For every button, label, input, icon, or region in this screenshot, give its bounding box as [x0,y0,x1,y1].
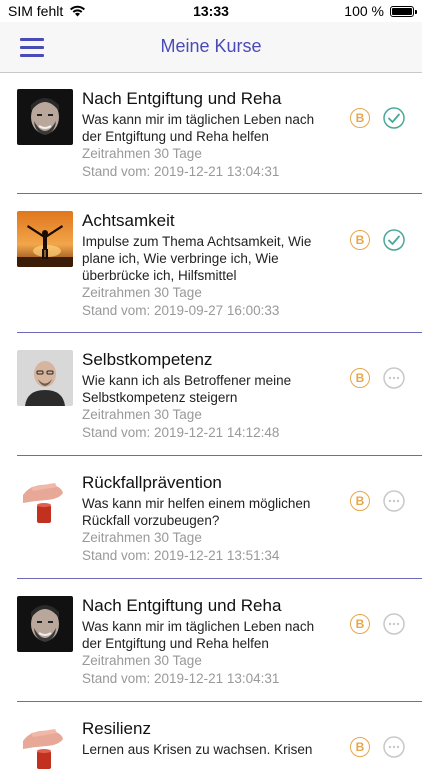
course-title: Nach Entgiftung und Reha [82,596,282,615]
b-badge-icon[interactable]: B [350,737,370,757]
course-image [17,211,73,267]
course-list: Nach Entgiftung und Reha Was kann mir im … [0,73,422,775]
checkmark-circle-icon[interactable] [383,107,405,129]
course-description: Was kann mir helfen einem möglichen Rück… [82,496,311,528]
status-bar: SIM fehlt 13:33 100 % [0,0,422,22]
status-right: 100 % [344,3,417,19]
course-row[interactable]: Selbstkompetenz Wie kann ich als Betroffe… [17,333,422,456]
course-image [17,473,73,529]
course-date: Stand vom: 2019-12-21 13:04:31 [82,671,280,686]
more-options-icon[interactable] [383,613,405,635]
course-date: Stand vom: 2019-12-21 13:51:34 [82,548,280,563]
battery-icon [390,5,417,17]
course-duration: Zeitrahmen 30 Tage [82,146,202,161]
course-row[interactable]: Nach Entgiftung und Reha Was kann mir im … [17,73,422,194]
course-description: Was kann mir im täglichen Leben nach der… [82,112,315,144]
course-date: Stand vom: 2019-12-21 14:12:48 [82,425,280,440]
b-badge-icon[interactable]: B [350,108,370,128]
course-texts: Nach Entgiftung und Reha Was kann mir im … [82,596,332,688]
page-title: Meine Kurse [160,36,262,56]
b-badge-icon[interactable]: B [350,368,370,388]
course-row[interactable]: Resilienz Lernen aus Krisen zu wachsen. … [17,702,422,775]
course-row[interactable]: Achtsamkeit Impulse zum Thema Achtsamkeit… [17,194,422,333]
course-description: Was kann mir im täglichen Leben nach der… [82,619,315,651]
course-texts: Nach Entgiftung und Reha Was kann mir im … [82,89,332,181]
course-texts: Selbstkompetenz Wie kann ich als Betroffe… [82,350,332,442]
more-options-icon[interactable] [383,367,405,389]
course-title: Selbstkompetenz [82,350,213,369]
course-duration: Zeitrahmen 30 Tage [82,530,202,545]
course-title: Rückfallprävention [82,473,222,492]
course-texts: Achtsamkeit Impulse zum Thema Achtsamkeit… [82,211,332,320]
b-badge-icon[interactable]: B [350,614,370,634]
more-options-icon[interactable] [383,736,405,758]
course-duration: Zeitrahmen 30 Tage [82,653,202,668]
b-badge-icon[interactable]: B [350,491,370,511]
course-title: Resilienz [82,719,151,738]
course-date: Stand vom: 2019-12-21 13:04:31 [82,164,280,179]
course-title: Achtsamkeit [82,211,175,230]
course-row[interactable]: Nach Entgiftung und Reha Was kann mir im … [17,579,422,702]
course-description: Wie kann ich als Betroffener meine Selbs… [82,373,292,405]
b-badge-icon[interactable]: B [350,230,370,250]
course-image [17,719,73,775]
course-texts: Resilienz Lernen aus Krisen zu wachsen. … [82,719,332,758]
course-image [17,350,73,406]
more-options-icon[interactable] [383,490,405,512]
battery-label: 100 % [344,3,384,19]
course-image [17,596,73,652]
course-duration: Zeitrahmen 30 Tage [82,407,202,422]
checkmark-circle-icon[interactable] [383,229,405,251]
course-duration: Zeitrahmen 30 Tage [82,285,202,300]
course-description: Impulse zum Thema Achtsamkeit, Wie plane… [82,234,312,283]
course-image [17,89,73,145]
course-date: Stand vom: 2019-09-27 16:00:33 [82,303,280,318]
course-title: Nach Entgiftung und Reha [82,89,282,108]
course-texts: Rückfallprävention Was kann mir helfen ei… [82,473,332,565]
navigation-bar: Meine Kurse [0,22,422,73]
course-row[interactable]: Rückfallprävention Was kann mir helfen ei… [17,456,422,579]
